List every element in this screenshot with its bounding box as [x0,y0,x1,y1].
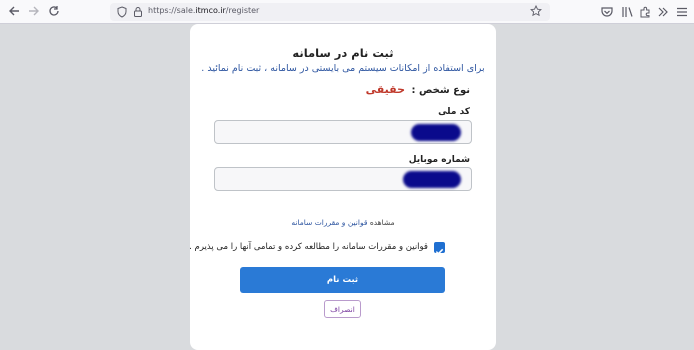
lock-icon[interactable] [132,6,144,18]
bookmark-star-icon[interactable] [530,5,542,17]
reload-icon[interactable] [46,4,62,20]
cancel-button[interactable]: انصراف [324,300,361,318]
terms-prefix: مشاهده [369,218,395,227]
national-code-field[interactable] [214,120,472,144]
agree-text: قوانین و مقررات سامانه را مطالعه کرده و … [189,242,428,252]
address-bar[interactable]: https://sale.itmco.ir/register [110,3,550,21]
form-title: ثبت نام در سامانه [292,46,394,60]
checkmark-icon [435,248,444,255]
person-type: نوع شخص : حقیقی [366,83,470,96]
national-code-label: کد ملی [438,107,470,117]
back-arrow-icon[interactable] [6,4,22,20]
terms-link[interactable]: قوانین و مقررات سامانه [291,218,367,227]
url-path: /register [225,6,260,15]
registration-card: ثبت نام در سامانه برای استفاده از امکانا… [189,24,496,350]
mobile-label: شماره موبایل [408,155,470,165]
url-prefix: https://sale. [148,6,196,15]
menu-icon[interactable] [675,5,689,19]
library-icon[interactable] [620,5,634,19]
overflow-chevron-icon[interactable] [656,5,670,19]
terms-line: مشاهده قوانین و مقررات سامانه [190,218,496,227]
forward-arrow-icon[interactable] [26,4,42,20]
person-type-label: نوع شخص : [411,85,470,96]
redaction-mask [403,171,461,188]
mobile-field[interactable] [214,167,472,191]
pocket-icon[interactable] [600,5,614,19]
agree-checkbox[interactable] [434,242,445,255]
extensions-icon[interactable] [638,5,652,19]
url-domain: itmco.ir [195,6,226,15]
browser-toolbar: https://sale.itmco.ir/register [0,0,694,24]
url-text: https://sale.itmco.ir/register [148,6,259,15]
shield-icon[interactable] [116,6,128,18]
form-subtitle: برای استفاده از امکانات سیستم می بایستی … [201,63,485,74]
redaction-mask [411,124,461,141]
person-type-value: حقیقی [365,83,405,96]
register-button[interactable]: ثبت نام [240,267,445,293]
